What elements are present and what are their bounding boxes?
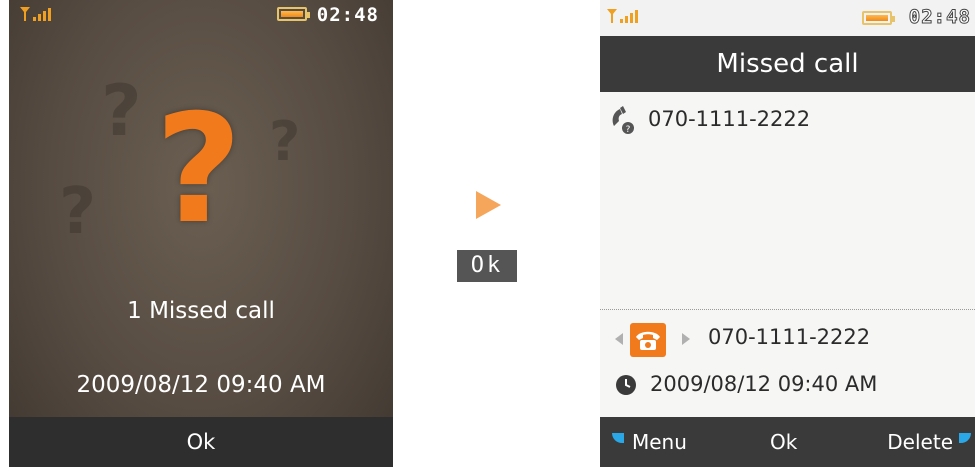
status-bar: 02:48 bbox=[9, 0, 393, 28]
status-time: 02:48 bbox=[908, 6, 971, 29]
question-mark-icon: ? bbox=[155, 83, 243, 257]
softkey-marker-icon bbox=[959, 433, 971, 443]
ok-softkey[interactable]: Ok bbox=[770, 430, 797, 454]
caller-number[interactable]: 070-1111-2222 bbox=[648, 107, 810, 131]
clock-icon bbox=[616, 375, 636, 395]
ok-key-label: Ok bbox=[457, 250, 517, 282]
status-bar: 02:48 bbox=[600, 0, 975, 36]
ok-softkey[interactable]: Ok bbox=[9, 430, 393, 454]
status-time: 02:48 bbox=[316, 4, 379, 26]
detail-number: 070-1111-2222 bbox=[708, 325, 871, 349]
question-mark-icon: ? bbox=[101, 70, 142, 152]
softkey-bar: Menu Ok Delete bbox=[600, 417, 975, 467]
signal-icon bbox=[607, 9, 638, 23]
handset-missed-icon: ? bbox=[612, 106, 634, 135]
delete-softkey[interactable]: Delete bbox=[887, 430, 953, 454]
svg-text:?: ? bbox=[626, 125, 631, 135]
missed-call-count: 1 Missed call bbox=[127, 298, 275, 324]
missed-call-datetime: 2009/08/12 09:40 AM bbox=[76, 372, 326, 398]
page-title: Missed call bbox=[600, 36, 975, 92]
phone-icon bbox=[630, 323, 666, 357]
question-mark-icon: ? bbox=[269, 110, 301, 173]
menu-softkey[interactable]: Menu bbox=[632, 430, 687, 454]
softkey-bar: Ok bbox=[9, 417, 393, 467]
question-mark-icon: ? bbox=[59, 175, 97, 249]
previous-arrow-icon[interactable] bbox=[615, 333, 623, 345]
divider bbox=[600, 309, 975, 310]
missed-call-detail-screen: 02:48 Missed call ? 070-1111-2222 070-11… bbox=[600, 0, 975, 467]
arrow-right-icon bbox=[476, 191, 501, 219]
detail-datetime: 2009/08/12 09:40 AM bbox=[650, 372, 878, 396]
missed-call-notification-screen: 02:48 ? ? ? ? 1 Missed call 2009/08/12 0… bbox=[9, 0, 393, 467]
next-arrow-icon[interactable] bbox=[682, 333, 690, 345]
battery-icon bbox=[277, 7, 310, 21]
battery-icon bbox=[862, 11, 895, 25]
softkey-marker-icon bbox=[612, 433, 624, 443]
signal-icon bbox=[20, 7, 51, 21]
